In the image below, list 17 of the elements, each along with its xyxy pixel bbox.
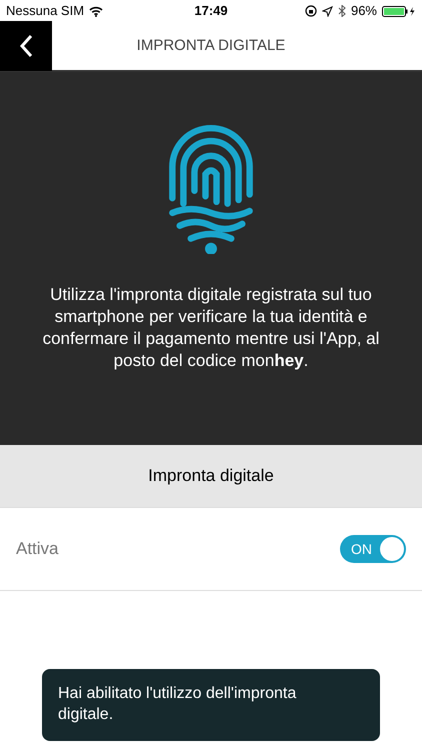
screen-title: IMPRONTA DIGITALE xyxy=(136,36,286,56)
section-title: Impronta digitale xyxy=(148,465,274,488)
wifi-icon xyxy=(89,6,104,16)
rotation-lock-icon xyxy=(304,5,317,17)
back-chevron-icon xyxy=(19,34,33,58)
toggle-switch[interactable]: ON xyxy=(340,535,406,563)
intro-text: Utilizza l'impronta digitale registrata sul tuo smartphone per verificare la tua identità e confermare il pagamento mentre usi l'App, al posto del codice monhey. xyxy=(42,284,380,372)
location-arrow-icon xyxy=(322,6,333,16)
setting-label: Attiva xyxy=(16,538,59,560)
toggle-thumb xyxy=(380,537,404,561)
back-button[interactable] xyxy=(0,21,52,71)
bluetooth-icon xyxy=(338,5,346,17)
battery-percent: 96% xyxy=(350,2,377,20)
battery-charging-icon xyxy=(382,6,416,16)
toast-message: Hai abilitato l'utilizzo dell'impronta digitale. xyxy=(58,684,298,725)
carrier-name: Nessuna SIM xyxy=(6,2,84,20)
clock-time: 17:49 xyxy=(194,2,228,20)
